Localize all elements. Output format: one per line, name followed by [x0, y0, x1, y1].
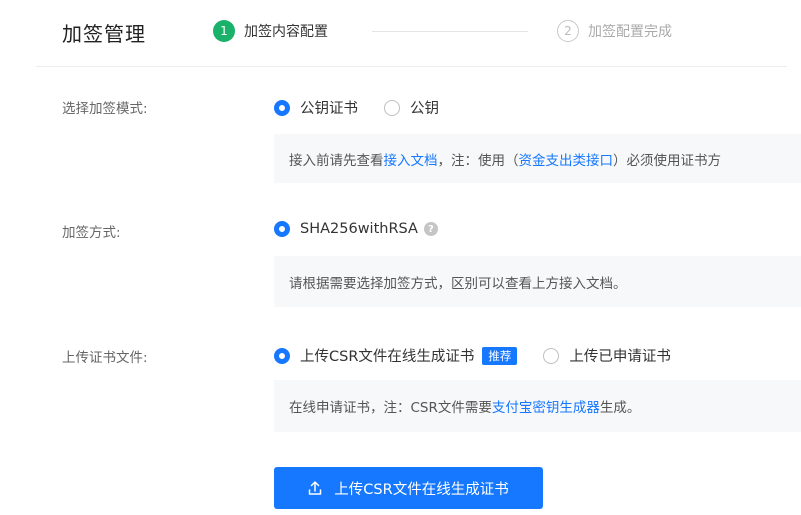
upload-csr-button[interactable]: 上传CSR文件在线生成证书 [274, 467, 543, 509]
radio-upload-existing-cert[interactable]: 上传已申请证书 [543, 345, 671, 366]
upload-label: 上传证书文件: [62, 350, 148, 366]
step-content-config: 1 加签内容配置 [213, 18, 328, 44]
mode-label: 选择加签模式: [62, 101, 148, 117]
method-label: 加签方式: [62, 225, 121, 241]
upload-info-prefix: 在线申请证书，注：CSR文件需要 [289, 400, 492, 416]
step-number-1: 1 [213, 20, 235, 42]
upload-info-box: 在线申请证书，注：CSR文件需要 支付宝密钥生成器 生成。 [274, 380, 801, 432]
radio-upload-csr[interactable]: 上传CSR文件在线生成证书 推荐 [274, 345, 518, 366]
radio-checked-icon [274, 347, 290, 364]
radio-public-key-cert-label: 公钥证书 [300, 101, 358, 117]
radio-public-key-cert[interactable]: 公钥证书 [274, 97, 358, 118]
fund-api-link[interactable]: 资金支出类接口 [519, 149, 614, 169]
radio-checked-icon [274, 99, 290, 116]
page-title: 加签管理 [62, 22, 146, 46]
page-header: 加签管理 1 加签内容配置 2 加签配置完成 [0, 0, 801, 66]
radio-public-key[interactable]: 公钥 [384, 97, 439, 118]
radio-sha256withrsa-label: SHA256withRSA [300, 221, 418, 237]
mode-info-box: 接入前请先查看 接入文档 ，注：使用（ 资金支出类接口 ）必须使用证书方 [274, 134, 801, 183]
radio-upload-csr-label: 上传CSR文件在线生成证书 [300, 349, 475, 365]
method-info-box: 请根据需要选择加签方式，区别可以查看上方接入文档。 [274, 256, 801, 307]
step-number-2: 2 [557, 20, 579, 42]
step-config-complete: 2 加签配置完成 [557, 18, 672, 44]
question-icon[interactable]: ? [423, 222, 438, 236]
radio-upload-existing-cert-label: 上传已申请证书 [569, 349, 671, 365]
radio-unchecked-icon [543, 347, 560, 364]
radio-public-key-label: 公钥 [410, 101, 439, 117]
upload-info-suffix: 生成。 [599, 400, 641, 416]
radio-checked-icon [274, 221, 290, 237]
radio-sha256withrsa[interactable]: SHA256withRSA ? [274, 221, 438, 237]
mode-info-prefix: 接入前请先查看 [289, 152, 384, 169]
step-connector [372, 31, 528, 32]
mode-info-suffix: ）必须使用证书方 [613, 152, 721, 169]
recommended-badge: 推荐 [482, 346, 518, 365]
radio-unchecked-icon [384, 99, 400, 116]
upload-radio-group: 上传CSR文件在线生成证书 推荐 上传已申请证书 [274, 345, 697, 366]
key-generator-link[interactable]: 支付宝密钥生成器 [492, 396, 600, 416]
step-label-1: 加签内容配置 [244, 24, 328, 40]
mode-radio-group: 公钥证书 公钥 [274, 97, 465, 118]
upload-csr-button-label: 上传CSR文件在线生成证书 [334, 481, 509, 498]
method-radio-group: SHA256withRSA ? [274, 221, 464, 237]
header-divider [36, 66, 787, 67]
upload-icon [309, 481, 322, 495]
access-doc-link[interactable]: 接入文档 [384, 149, 438, 169]
step-label-2: 加签配置完成 [588, 24, 672, 40]
mode-info-middle: ，注：使用（ [437, 152, 519, 169]
